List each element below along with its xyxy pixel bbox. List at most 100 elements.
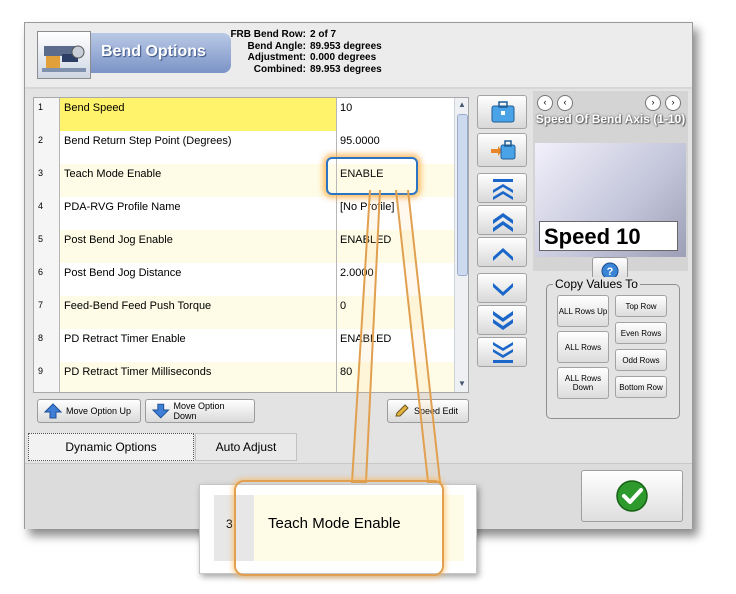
info-value: 89.953 degrees	[310, 40, 382, 52]
speed-display-area: Speed 10 ?	[535, 143, 686, 285]
grid-scrollbar[interactable]: ▲ ▼	[454, 98, 468, 392]
row-number-text: 2	[38, 135, 44, 145]
row-number: 7	[34, 296, 60, 329]
tab-dynamic-options[interactable]: Dynamic Options	[28, 433, 194, 461]
table-row[interactable]: 1 Bend Speed 10	[34, 98, 454, 132]
title-banner: Bend Options	[91, 33, 231, 73]
row-name-text: Bend Return Step Point (Degrees)	[64, 135, 232, 147]
zoom-row-number-text: 3	[226, 517, 233, 531]
tab-auto-adjust[interactable]: Auto Adjust	[195, 433, 297, 461]
row-value[interactable]: ENABLED	[337, 329, 454, 362]
grid-action-bar: Move Option Up Move Option Down Speed Ed…	[33, 395, 469, 429]
speed-value[interactable]: Speed 10	[539, 221, 678, 251]
row-name: Bend Speed	[60, 98, 337, 131]
info-value: 0.000 degrees	[310, 52, 377, 63]
arrow-up-icon	[44, 403, 62, 419]
move-option-up-label: Move Option Up	[66, 406, 132, 416]
options-grid: 1 Bend Speed 10 2 Bend Return Step Point…	[33, 97, 469, 393]
row-value[interactable]: 80	[337, 362, 454, 392]
move-option-down-button[interactable]: Move Option Down	[145, 399, 255, 423]
scroll-thumb[interactable]	[457, 114, 468, 276]
copy-to-clipboard-button[interactable]	[477, 95, 527, 129]
ok-button[interactable]	[581, 470, 683, 522]
info-label: Combined:	[253, 63, 306, 75]
chevron-down-icon	[493, 283, 513, 296]
table-row[interactable]: 6 Post Bend Jog Distance 2.0000	[34, 263, 454, 297]
bend-options-window: Bend Options FRB Bend Row: Bend Angle: A…	[24, 22, 693, 529]
double-chevron-up-bar-icon	[493, 179, 513, 200]
previous-axis-icon[interactable]: ‹	[557, 95, 573, 111]
scroll-down-icon[interactable]: ▼	[456, 378, 468, 390]
table-row[interactable]: 4 PDA-RVG Profile Name [No Profile]	[34, 197, 454, 231]
row-name: Post Bend Jog Enable	[60, 230, 337, 263]
row-number: 2	[34, 131, 60, 164]
copy-odd-rows-button[interactable]: Odd Rows	[615, 349, 667, 371]
info-label: Adjustment:	[247, 52, 306, 63]
zoom-callout-ring	[234, 480, 444, 576]
next-axis-icon[interactable]: ›	[645, 95, 661, 111]
move-to-top-button[interactable]	[477, 173, 527, 203]
info-labels: FRB Bend Row: Bend Angle: Adjustment: Co…	[225, 29, 306, 75]
row-value[interactable]: [No Profile]	[337, 197, 454, 230]
row-value-text: 2.0000	[340, 267, 374, 279]
move-to-bottom-button[interactable]	[477, 337, 527, 367]
selected-cell-highlight	[326, 157, 418, 195]
speed-edit-button[interactable]: Speed Edit	[387, 399, 469, 423]
scroll-up-icon[interactable]: ▲	[456, 99, 468, 111]
last-axis-icon[interactable]: ›	[665, 95, 681, 111]
copy-even-rows-button[interactable]: Even Rows	[615, 322, 667, 344]
row-name-text: Post Bend Jog Enable	[64, 234, 173, 246]
row-number-text: 6	[38, 267, 44, 277]
row-number: 5	[34, 230, 60, 263]
copy-values-group: Copy Values To ALL Rows Up ALL Rows ALL …	[546, 277, 680, 419]
row-number: 3	[34, 164, 60, 197]
pencil-icon	[395, 404, 409, 417]
arrow-down-icon	[152, 403, 170, 419]
row-value[interactable]: 10	[337, 98, 454, 131]
speed-edit-label: Speed Edit	[414, 406, 459, 416]
row-name: Feed-Bend Feed Push Torque	[60, 296, 337, 329]
info-label: Bend Angle:	[247, 40, 306, 52]
info-value: 2 of 7	[310, 29, 337, 40]
copy-all-rows-button[interactable]: ALL Rows	[557, 331, 609, 363]
row-name-text: PD Retract Timer Milliseconds	[64, 366, 212, 378]
info-value: 89.953 degrees	[310, 63, 382, 75]
row-number: 1	[34, 98, 60, 131]
copy-all-rows-up-button[interactable]: ALL Rows Up	[557, 295, 609, 327]
page-up-button[interactable]	[477, 205, 527, 235]
row-value-text: ENABLED	[340, 234, 392, 246]
row-number: 4	[34, 197, 60, 230]
row-name: PD Retract Timer Enable	[60, 329, 337, 362]
table-row[interactable]: 9 PD Retract Timer Milliseconds 80	[34, 362, 454, 392]
move-option-up-button[interactable]: Move Option Up	[37, 399, 141, 423]
table-row[interactable]: 5 Post Bend Jog Enable ENABLED	[34, 230, 454, 264]
row-value[interactable]: 0	[337, 296, 454, 329]
copy-top-row-button[interactable]: Top Row	[615, 295, 667, 317]
row-name: PD Retract Timer Milliseconds	[60, 362, 337, 392]
table-row[interactable]: 7 Feed-Bend Feed Push Torque 0	[34, 296, 454, 330]
row-name: Post Bend Jog Distance	[60, 263, 337, 296]
row-value-text: 80	[340, 366, 353, 378]
tab-bar: Dynamic Options Auto Adjust	[25, 433, 692, 463]
copy-all-rows-down-button[interactable]: ALL Rows Down	[557, 367, 609, 399]
row-value-text: [No Profile]	[340, 201, 395, 213]
table-row[interactable]: 8 PD Retract Timer Enable ENABLED	[34, 329, 454, 363]
page-down-button[interactable]	[477, 305, 527, 335]
page-title: Bend Options	[101, 43, 206, 60]
row-down-button[interactable]	[477, 273, 527, 303]
header-divider	[25, 87, 692, 89]
row-number-text: 3	[38, 168, 44, 178]
copy-bottom-row-button[interactable]: Bottom Row	[615, 376, 667, 398]
first-axis-icon[interactable]: ‹	[537, 95, 553, 111]
row-name-text: PD Retract Timer Enable	[64, 333, 186, 345]
row-number-text: 7	[38, 300, 44, 310]
paste-from-clipboard-button[interactable]	[477, 133, 527, 167]
row-value-text: 10	[340, 102, 353, 114]
row-value[interactable]: 2.0000	[337, 263, 454, 296]
info-label: FRB Bend Row:	[230, 29, 306, 40]
row-up-button[interactable]	[477, 237, 527, 267]
row-value-text: 95.0000	[340, 135, 380, 147]
move-option-down-label: Move Option Down	[173, 401, 225, 421]
row-name-text: Teach Mode Enable	[64, 168, 162, 180]
row-value[interactable]: ENABLED	[337, 230, 454, 263]
